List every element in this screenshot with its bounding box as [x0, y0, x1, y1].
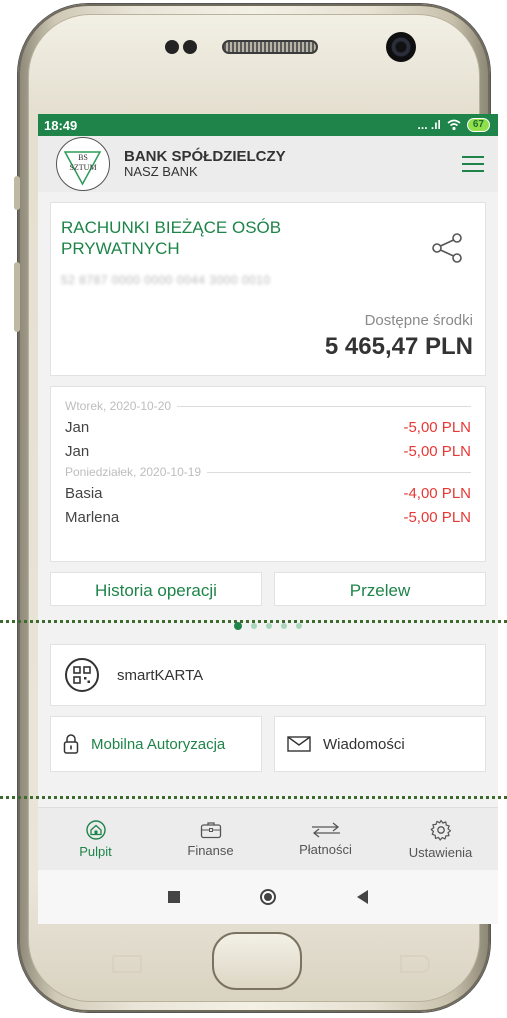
transaction-amount: -5,00 PLN — [403, 442, 471, 460]
back-button[interactable] — [356, 890, 368, 904]
share-icon[interactable] — [431, 233, 463, 263]
transaction-name: Marlena — [65, 508, 120, 526]
menu-icon[interactable] — [462, 156, 484, 172]
phone-screen: 18:49 ... .ıl 67 BS SZTUM BANK SPÓŁDZIEL… — [38, 114, 498, 924]
smartkarta-label: smartKARTA — [117, 666, 204, 684]
transaction-amount: -5,00 PLN — [403, 508, 471, 526]
tab-label: Płatności — [299, 841, 352, 857]
transaction-row[interactable]: Jan -5,00 PLN — [65, 415, 471, 439]
bottom-tab-bar: Pulpit Finanse Płatności Ustawienia — [38, 807, 498, 870]
recent-operations: Wtorek, 2020-10-20 Jan -5,00 PLN Jan -5,… — [50, 386, 486, 562]
transaction-name: Jan — [65, 418, 90, 436]
lock-icon — [63, 734, 79, 754]
sensor-dot — [165, 40, 179, 54]
messages-tile[interactable]: Wiadomości — [274, 716, 486, 772]
envelope-icon — [287, 736, 311, 752]
transfer-arrows-icon — [311, 821, 340, 838]
gear-icon — [430, 819, 451, 841]
transfer-button[interactable]: Przelew — [274, 572, 486, 606]
sensor-dot — [183, 40, 197, 54]
available-funds-value: 5 465,47 PLN — [324, 333, 473, 360]
recents-hardware-key — [112, 955, 142, 973]
messages-label: Wiadomości — [323, 735, 405, 753]
bank-subtitle: NASZ BANK — [124, 164, 198, 180]
transaction-name: Basia — [65, 484, 103, 502]
status-icons: ... .ıl 67 — [418, 118, 490, 132]
dashboard-content: RACHUNKI BIEŻĄCE OSÓB PRYWATNYCH 52 8787… — [38, 192, 498, 772]
transaction-row[interactable]: Jan -5,00 PLN — [65, 439, 471, 463]
battery-icon: 67 — [466, 118, 490, 132]
bank-name: BANK SPÓŁDZIELCZY — [124, 148, 286, 166]
status-time: 18:49 — [44, 117, 78, 133]
account-title: RACHUNKI BIEŻĄCE OSÓB PRYWATNYCH — [61, 218, 282, 258]
recents-button[interactable] — [168, 891, 181, 903]
account-actions: Historia operacji Przelew — [50, 572, 486, 606]
front-camera — [386, 32, 416, 62]
tab-finanse[interactable]: Finanse — [153, 808, 268, 870]
mobile-authorization-label: Mobilna Autoryzacja — [91, 735, 226, 753]
android-nav-bar — [38, 870, 498, 924]
logo-text-bottom: SZTUM — [69, 163, 97, 172]
logo-text-top: BS — [78, 153, 88, 162]
crop-guide-line — [0, 620, 507, 623]
tab-label: Pulpit — [79, 843, 112, 859]
transaction-amount: -5,00 PLN — [403, 418, 471, 436]
day-date: Poniedziałek, 2020-10-19 — [65, 465, 202, 479]
tab-platnosci[interactable]: Płatności — [268, 808, 383, 870]
transaction-amount: -4,00 PLN — [403, 484, 471, 502]
home-button[interactable] — [260, 889, 277, 905]
briefcase-icon — [200, 821, 221, 838]
page-dot[interactable] — [281, 623, 287, 629]
smartkarta-tile[interactable]: smartKARTA — [50, 644, 486, 706]
quick-tiles: Mobilna Autoryzacja Wiadomości — [50, 716, 486, 772]
volume-button — [14, 176, 20, 210]
wifi-icon — [447, 119, 461, 131]
transaction-row[interactable]: Marlena -5,00 PLN — [65, 505, 471, 529]
tab-ustawienia[interactable]: Ustawienia — [383, 808, 498, 870]
mobile-authorization-tile[interactable]: Mobilna Autoryzacja — [50, 716, 262, 772]
back-hardware-key — [400, 955, 430, 973]
day-header: Wtorek, 2020-10-20 — [65, 397, 471, 415]
history-button[interactable]: Historia operacji — [50, 572, 262, 606]
day-date: Wtorek, 2020-10-20 — [65, 399, 172, 413]
page-dot[interactable] — [266, 623, 272, 629]
signal-icon: ... .ıl — [417, 118, 441, 132]
available-funds-label: Dostępne środki — [364, 312, 473, 329]
app-bar: BS SZTUM BANK SPÓŁDZIELCZY NASZ BANK — [38, 136, 498, 192]
tab-pulpit[interactable]: Pulpit — [38, 808, 153, 870]
bank-logo: BS SZTUM — [56, 137, 110, 191]
home-hardware-button — [212, 932, 302, 990]
account-card[interactable]: RACHUNKI BIEŻĄCE OSÓB PRYWATNYCH 52 8787… — [50, 202, 486, 376]
status-bar: 18:49 ... .ıl 67 — [38, 114, 498, 136]
earpiece-speaker — [222, 40, 318, 54]
qr-code-icon — [65, 658, 99, 692]
crop-guide-line — [0, 796, 507, 799]
page-dot[interactable] — [296, 623, 302, 629]
volume-button-2 — [14, 262, 20, 332]
tab-label: Finanse — [187, 842, 234, 858]
home-icon — [85, 819, 106, 840]
account-number: 52 8787 0000 0000 0044 3000 0010 — [61, 273, 271, 287]
tab-label: Ustawienia — [408, 844, 473, 860]
day-header: Poniedziałek, 2020-10-19 — [65, 463, 471, 481]
page-dot[interactable] — [251, 623, 257, 629]
transaction-row[interactable]: Basia -4,00 PLN — [65, 481, 471, 505]
page-dot-active[interactable] — [234, 622, 242, 630]
brand: BANK SPÓŁDZIELCZY NASZ BANK — [124, 149, 286, 178]
transaction-name: Jan — [65, 442, 90, 460]
